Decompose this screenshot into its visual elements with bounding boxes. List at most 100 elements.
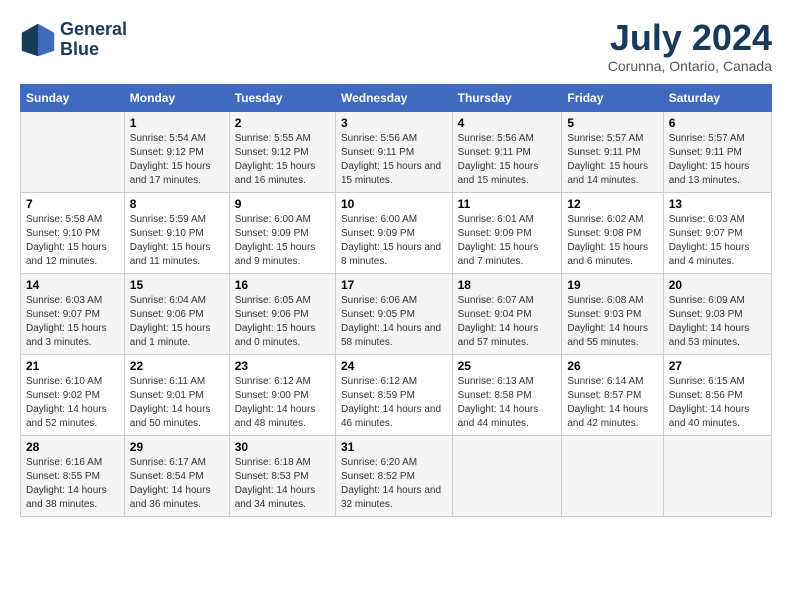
day-info: Sunrise: 6:03 AMSunset: 9:07 PMDaylight:… — [669, 213, 766, 269]
day-info: Sunrise: 6:12 AMSunset: 9:00 PMDaylight:… — [235, 375, 330, 431]
day-header-friday: Friday — [562, 85, 663, 112]
day-cell: 18 Sunrise: 6:07 AMSunset: 9:04 PMDayligh… — [452, 274, 562, 355]
day-number: 11 — [458, 197, 557, 211]
day-info: Sunrise: 6:17 AMSunset: 8:54 PMDaylight:… — [130, 456, 224, 512]
day-cell: 10 Sunrise: 6:00 AMSunset: 9:09 PMDayligh… — [335, 193, 452, 274]
day-cell: 29 Sunrise: 6:17 AMSunset: 8:54 PMDayligh… — [124, 436, 229, 517]
day-cell: 8 Sunrise: 5:59 AMSunset: 9:10 PMDaylight… — [124, 193, 229, 274]
day-cell: 21Sunrise: 6:10 AMSunset: 9:02 PMDayligh… — [21, 355, 125, 436]
day-cell: 4 Sunrise: 5:56 AMSunset: 9:11 PMDaylight… — [452, 112, 562, 193]
day-number: 27 — [669, 359, 766, 373]
title-block: July 2024 Corunna, Ontario, Canada — [608, 20, 772, 74]
day-number: 19 — [567, 278, 657, 292]
day-number: 8 — [130, 197, 224, 211]
day-info: Sunrise: 6:11 AMSunset: 9:01 PMDaylight:… — [130, 375, 224, 431]
day-cell: 2 Sunrise: 5:55 AMSunset: 9:12 PMDaylight… — [229, 112, 335, 193]
day-number: 18 — [458, 278, 557, 292]
day-info: Sunrise: 6:03 AMSunset: 9:07 PMDaylight:… — [26, 294, 119, 350]
day-info: Sunrise: 6:14 AMSunset: 8:57 PMDaylight:… — [567, 375, 657, 431]
day-info: Sunrise: 5:54 AMSunset: 9:12 PMDaylight:… — [130, 132, 224, 188]
day-cell — [21, 112, 125, 193]
day-header-monday: Monday — [124, 85, 229, 112]
day-number: 10 — [341, 197, 447, 211]
day-info: Sunrise: 5:57 AMSunset: 9:11 PMDaylight:… — [567, 132, 657, 188]
day-cell: 27 Sunrise: 6:15 AMSunset: 8:56 PMDayligh… — [663, 355, 771, 436]
day-number: 14 — [26, 278, 119, 292]
day-cell: 12 Sunrise: 6:02 AMSunset: 9:08 PMDayligh… — [562, 193, 663, 274]
day-cell: 25 Sunrise: 6:13 AMSunset: 8:58 PMDayligh… — [452, 355, 562, 436]
day-number: 31 — [341, 440, 447, 454]
day-number: 26 — [567, 359, 657, 373]
header-row: SundayMondayTuesdayWednesdayThursdayFrid… — [21, 85, 772, 112]
day-info: Sunrise: 5:59 AMSunset: 9:10 PMDaylight:… — [130, 213, 224, 269]
day-number: 1 — [130, 116, 224, 130]
day-number: 30 — [235, 440, 330, 454]
day-header-sunday: Sunday — [21, 85, 125, 112]
day-cell: 14 Sunrise: 6:03 AMSunset: 9:07 PMDayligh… — [21, 274, 125, 355]
day-cell — [562, 436, 663, 517]
day-cell: 1 Sunrise: 5:54 AMSunset: 9:12 PMDaylight… — [124, 112, 229, 193]
day-info: Sunrise: 5:55 AMSunset: 9:12 PMDaylight:… — [235, 132, 330, 188]
day-number: 3 — [341, 116, 447, 130]
day-info: Sunrise: 6:04 AMSunset: 9:06 PMDaylight:… — [130, 294, 224, 350]
day-number: 9 — [235, 197, 330, 211]
day-info: Sunrise: 5:57 AMSunset: 9:11 PMDaylight:… — [669, 132, 766, 188]
day-cell: 6 Sunrise: 5:57 AMSunset: 9:11 PMDaylight… — [663, 112, 771, 193]
day-cell: 26 Sunrise: 6:14 AMSunset: 8:57 PMDayligh… — [562, 355, 663, 436]
day-info: Sunrise: 6:08 AMSunset: 9:03 PMDaylight:… — [567, 294, 657, 350]
day-info: Sunrise: 6:06 AMSunset: 9:05 PMDaylight:… — [341, 294, 447, 350]
day-number: 25 — [458, 359, 557, 373]
day-number: 2 — [235, 116, 330, 130]
day-number: 12 — [567, 197, 657, 211]
day-number: 13 — [669, 197, 766, 211]
day-info: Sunrise: 6:20 AMSunset: 8:52 PMDaylight:… — [341, 456, 447, 512]
logo: General Blue — [20, 20, 127, 60]
day-cell: 16 Sunrise: 6:05 AMSunset: 9:06 PMDayligh… — [229, 274, 335, 355]
day-info: Sunrise: 6:02 AMSunset: 9:08 PMDaylight:… — [567, 213, 657, 269]
week-row-5: 28Sunrise: 6:16 AMSunset: 8:55 PMDayligh… — [21, 436, 772, 517]
day-cell: 11 Sunrise: 6:01 AMSunset: 9:09 PMDayligh… — [452, 193, 562, 274]
day-info: Sunrise: 6:01 AMSunset: 9:09 PMDaylight:… — [458, 213, 557, 269]
day-cell: 23 Sunrise: 6:12 AMSunset: 9:00 PMDayligh… — [229, 355, 335, 436]
day-number: 6 — [669, 116, 766, 130]
day-info: Sunrise: 6:09 AMSunset: 9:03 PMDaylight:… — [669, 294, 766, 350]
logo-icon — [20, 22, 56, 58]
day-cell: 9Sunrise: 6:00 AMSunset: 9:09 PMDaylight… — [229, 193, 335, 274]
day-number: 16 — [235, 278, 330, 292]
day-number: 4 — [458, 116, 557, 130]
day-header-saturday: Saturday — [663, 85, 771, 112]
day-info: Sunrise: 6:00 AMSunset: 9:09 PMDaylight:… — [341, 213, 447, 269]
day-info: Sunrise: 6:13 AMSunset: 8:58 PMDaylight:… — [458, 375, 557, 431]
day-number: 29 — [130, 440, 224, 454]
day-number: 15 — [130, 278, 224, 292]
day-cell: 3 Sunrise: 5:56 AMSunset: 9:11 PMDaylight… — [335, 112, 452, 193]
day-info: Sunrise: 6:15 AMSunset: 8:56 PMDaylight:… — [669, 375, 766, 431]
day-cell: 5 Sunrise: 5:57 AMSunset: 9:11 PMDaylight… — [562, 112, 663, 193]
week-row-4: 21Sunrise: 6:10 AMSunset: 9:02 PMDayligh… — [21, 355, 772, 436]
day-info: Sunrise: 6:07 AMSunset: 9:04 PMDaylight:… — [458, 294, 557, 350]
week-row-2: 7Sunrise: 5:58 AMSunset: 9:10 PMDaylight… — [21, 193, 772, 274]
day-cell: 20 Sunrise: 6:09 AMSunset: 9:03 PMDayligh… — [663, 274, 771, 355]
day-header-wednesday: Wednesday — [335, 85, 452, 112]
day-number: 24 — [341, 359, 447, 373]
day-number: 20 — [669, 278, 766, 292]
day-cell: 28Sunrise: 6:16 AMSunset: 8:55 PMDayligh… — [21, 436, 125, 517]
day-info: Sunrise: 5:56 AMSunset: 9:11 PMDaylight:… — [458, 132, 557, 188]
day-number: 23 — [235, 359, 330, 373]
day-number: 17 — [341, 278, 447, 292]
day-cell — [663, 436, 771, 517]
week-row-3: 14 Sunrise: 6:03 AMSunset: 9:07 PMDayligh… — [21, 274, 772, 355]
month-title: July 2024 — [608, 20, 772, 56]
day-info: Sunrise: 6:16 AMSunset: 8:55 PMDaylight:… — [26, 456, 119, 512]
day-number: 21 — [26, 359, 119, 373]
logo-text: General Blue — [60, 20, 127, 60]
day-info: Sunrise: 6:05 AMSunset: 9:06 PMDaylight:… — [235, 294, 330, 350]
day-cell: 17 Sunrise: 6:06 AMSunset: 9:05 PMDayligh… — [335, 274, 452, 355]
day-info: Sunrise: 5:56 AMSunset: 9:11 PMDaylight:… — [341, 132, 447, 188]
day-cell: 15 Sunrise: 6:04 AMSunset: 9:06 PMDayligh… — [124, 274, 229, 355]
day-cell — [452, 436, 562, 517]
day-cell: 24Sunrise: 6:12 AMSunset: 8:59 PMDayligh… — [335, 355, 452, 436]
day-header-thursday: Thursday — [452, 85, 562, 112]
day-number: 22 — [130, 359, 224, 373]
day-number: 5 — [567, 116, 657, 130]
